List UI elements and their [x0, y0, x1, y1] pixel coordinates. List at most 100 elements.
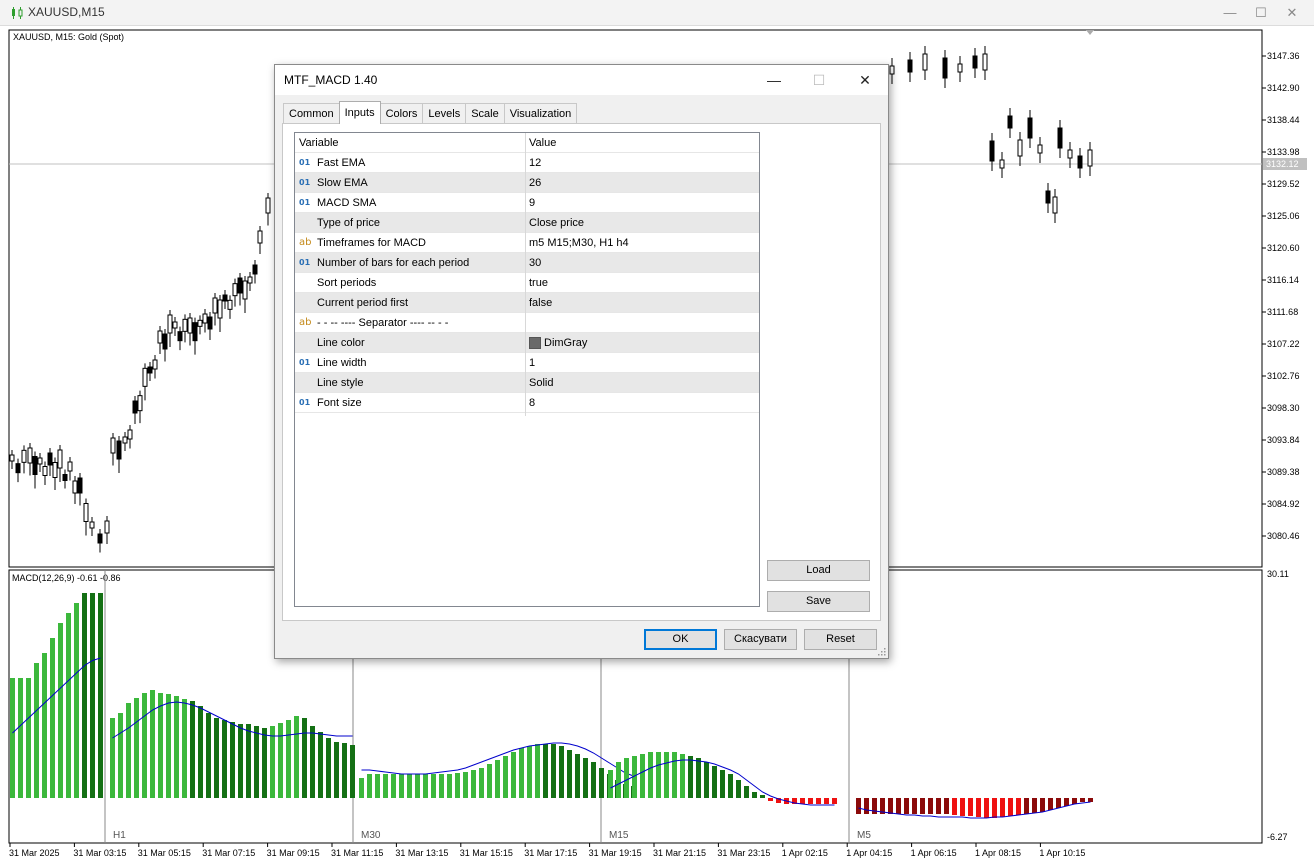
candle-body	[989, 140, 995, 162]
input-row[interactable]: 01 Line width 1	[295, 353, 759, 373]
input-row[interactable]: Line style Solid	[295, 373, 759, 393]
tab-inputs[interactable]: Inputs	[338, 101, 381, 124]
input-value-cell[interactable]: false	[529, 293, 757, 313]
input-variable-name: Sort periods	[317, 277, 377, 289]
candle-body	[257, 230, 263, 244]
macd-bar	[58, 623, 63, 798]
macd-bar	[222, 720, 227, 798]
cancel-button[interactable]: Скасувати	[724, 629, 797, 650]
input-variable-name: Line color	[317, 337, 365, 349]
input-value-cell[interactable]: 9	[529, 193, 757, 213]
time-tick-label: 31 Mar 2025	[9, 848, 60, 858]
input-value-cell[interactable]: 1	[529, 353, 757, 373]
int-icon: 01	[299, 198, 311, 208]
candle-body	[147, 366, 153, 374]
macd-bar	[511, 752, 516, 798]
macd-bar	[18, 678, 23, 798]
candle-body	[982, 53, 988, 71]
candle-body	[265, 197, 271, 214]
candle-body	[15, 463, 21, 474]
candle-body	[42, 466, 48, 476]
input-variable-cell: Type of price	[299, 213, 525, 233]
macd-bar	[471, 770, 476, 798]
variable-column-header[interactable]: Variable	[299, 133, 525, 153]
close-icon[interactable]: ✕	[1277, 3, 1307, 23]
resize-grip-icon[interactable]	[878, 648, 886, 656]
tab-common[interactable]: Common	[283, 103, 340, 124]
input-value-cell[interactable]: 26	[529, 173, 757, 193]
macd-bar	[1072, 798, 1077, 804]
reset-button[interactable]: Reset	[804, 629, 877, 650]
candle-body	[999, 159, 1005, 169]
input-value-text: m5 M15;M30, H1 h4	[529, 237, 629, 249]
input-variable-cell: Sort periods	[299, 273, 525, 293]
input-value-cell[interactable]: Solid	[529, 373, 757, 393]
dialog-close-icon[interactable]: ✕	[850, 70, 880, 90]
input-row[interactable]: 01 Fast EMA 12	[295, 153, 759, 173]
inputs-grid[interactable]: Variable Value 01 Fast EMA 12 01 Slow EMA 26 0…	[294, 132, 760, 607]
input-value-cell[interactable]: 12	[529, 153, 757, 173]
macd-bar	[928, 798, 933, 814]
minimize-icon[interactable]: —	[1215, 3, 1245, 23]
input-row[interactable]: ab - - -- ---- Separator ---- -- - -	[295, 313, 759, 333]
macd-bar	[1080, 798, 1085, 802]
macd-bar	[976, 798, 981, 817]
macd-bar	[455, 773, 460, 798]
candle-body	[1037, 144, 1043, 154]
candle-body	[957, 63, 963, 73]
input-value-cell[interactable]: true	[529, 273, 757, 293]
macd-bar	[34, 663, 39, 798]
tab-scale[interactable]: Scale	[465, 103, 505, 124]
macd-bar	[984, 798, 989, 818]
input-row[interactable]: 01 Number of bars for each period 30	[295, 253, 759, 273]
input-value-cell[interactable]: 8	[529, 393, 757, 413]
maximize-icon[interactable]: ☐	[1246, 3, 1276, 23]
tab-visualization[interactable]: Visualization	[503, 103, 578, 124]
time-tick-label: 31 Mar 17:15	[524, 848, 577, 858]
input-value-cell[interactable]: DimGray	[529, 333, 757, 353]
candle-body	[942, 57, 948, 79]
macd-bar	[1048, 798, 1053, 810]
inputs-panel: Variable Value 01 Fast EMA 12 01 Slow EMA 26 0…	[282, 123, 881, 621]
input-value-cell[interactable]: 30	[529, 253, 757, 273]
input-row[interactable]: 01 Font size 8	[295, 393, 759, 413]
input-row[interactable]: ab Timeframes for MACD m5 M15;M30, H1 h4	[295, 233, 759, 253]
time-tick-label: 31 Mar 21:15	[653, 848, 706, 858]
load-button[interactable]: Load	[767, 560, 870, 581]
column-divider[interactable]	[525, 133, 526, 416]
macd-bar	[503, 756, 508, 798]
dialog-minimize-icon[interactable]: —	[759, 70, 789, 90]
candle-body	[57, 449, 63, 469]
input-row[interactable]: Sort periods true	[295, 273, 759, 293]
int-icon: 01	[299, 398, 311, 408]
macd-bar	[206, 713, 211, 798]
input-value-cell[interactable]: Close price	[529, 213, 757, 233]
int-icon: 01	[299, 178, 311, 188]
input-value-text: 8	[529, 397, 536, 409]
input-value-cell[interactable]: m5 M15;M30, H1 h4	[529, 233, 757, 253]
tab-levels[interactable]: Levels	[422, 103, 467, 124]
macd-bar	[720, 770, 725, 798]
input-row[interactable]: Line color DimGray	[295, 333, 759, 353]
input-value-cell[interactable]	[529, 313, 757, 333]
input-variable-cell: ab Timeframes for MACD	[299, 233, 525, 253]
input-row[interactable]: Type of price Close price	[295, 213, 759, 233]
value-column-header[interactable]: Value	[529, 133, 757, 153]
input-row[interactable]: 01 Slow EMA 26	[295, 173, 759, 193]
tab-colors[interactable]: Colors	[379, 103, 424, 124]
candle-body	[27, 447, 33, 464]
macd-bar	[696, 758, 701, 798]
candle-body	[122, 436, 128, 444]
dialog-titlebar[interactable]: MTF_MACD 1.40 — ☐ ✕	[275, 65, 888, 95]
input-row[interactable]: Current period first false	[295, 293, 759, 313]
time-tick-label: 31 Mar 23:15	[717, 848, 770, 858]
color-swatch[interactable]	[529, 337, 541, 350]
ok-button[interactable]: OK	[644, 629, 717, 650]
input-value-text: false	[529, 297, 553, 309]
time-tick-label: 1 Apr 06:15	[911, 848, 957, 858]
candle-body	[1052, 196, 1058, 214]
input-row[interactable]: 01 MACD SMA 9	[295, 193, 759, 213]
save-button[interactable]: Save	[767, 591, 870, 612]
color-icon	[299, 337, 315, 349]
candle-body	[212, 297, 218, 314]
